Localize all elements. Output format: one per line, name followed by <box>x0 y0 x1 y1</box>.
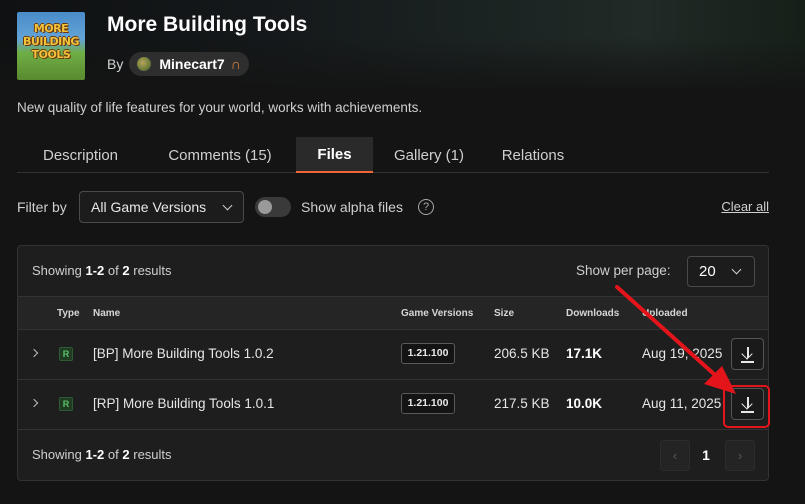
game-version-chip: 1.21.100 <box>401 343 455 364</box>
header-name[interactable]: Name <box>93 308 120 319</box>
results-range: 1-2 <box>85 263 105 278</box>
showing-prefix: Showing <box>32 263 82 278</box>
results-summary-top: Showing 1-2 of 2 results <box>32 263 172 278</box>
byline: By Minecart7 ∩ <box>107 52 249 76</box>
filter-by-label: Filter by <box>17 199 67 215</box>
per-page-label: Show per page: <box>576 263 671 278</box>
author-name[interactable]: Minecart7 <box>159 56 224 72</box>
header-type[interactable]: Type <box>57 308 80 319</box>
tab-comments[interactable]: Comments (15) <box>144 137 296 173</box>
files-panel: Showing 1-2 of 2 results Show per page: … <box>17 245 770 481</box>
results-suffix: results <box>133 263 172 278</box>
help-icon[interactable]: ? <box>418 199 434 215</box>
results-total: 2 <box>122 263 130 278</box>
show-alpha-label: Show alpha files <box>301 199 403 215</box>
chevron-right-icon[interactable] <box>29 348 39 358</box>
file-name[interactable]: [RP] More Building Tools 1.0.1 <box>93 396 274 411</box>
download-count: 10.0K <box>566 396 603 411</box>
upload-date: Aug 19, 2025 <box>642 346 723 361</box>
results-suffix: results <box>133 447 172 462</box>
annotation-highlight-box <box>723 385 770 428</box>
by-label: By <box>107 56 124 72</box>
game-version-chip: 1.21.100 <box>401 393 455 414</box>
tab-description[interactable]: Description <box>17 137 144 173</box>
showing-prefix: Showing <box>32 447 82 462</box>
project-title: More Building Tools <box>107 13 308 36</box>
upload-date: Aug 11, 2025 <box>642 396 722 411</box>
pager-next-button[interactable]: › <box>725 440 755 471</box>
chevron-down-icon <box>731 264 742 275</box>
project-summary: New quality of life features for your wo… <box>17 100 423 115</box>
per-page-select[interactable]: 20 <box>687 256 755 287</box>
header-downloads[interactable]: Downloads <box>566 308 619 319</box>
header-game-versions[interactable]: Game Versions <box>401 308 473 319</box>
show-alpha-toggle[interactable] <box>255 197 291 217</box>
chevron-right-icon[interactable] <box>29 398 39 408</box>
game-version-value: All Game Versions <box>91 199 207 215</box>
tab-files[interactable]: Files <box>296 137 373 173</box>
per-page-value: 20 <box>699 263 716 280</box>
of-word: of <box>107 263 119 278</box>
chevron-down-icon <box>222 200 233 211</box>
project-tabs: Description Comments (15) Files Gallery … <box>17 137 769 173</box>
file-name[interactable]: [BP] More Building Tools 1.0.2 <box>93 346 274 361</box>
author-avatar <box>137 57 152 71</box>
tab-gallery[interactable]: Gallery (1) <box>373 137 485 173</box>
download-count: 17.1K <box>566 346 603 361</box>
pager-prev-button[interactable]: ‹ <box>660 440 690 471</box>
tab-relations[interactable]: Relations <box>485 137 581 173</box>
header-size[interactable]: Size <box>494 308 514 319</box>
filters-bar: Filter by All Game Versions Show alpha f… <box>17 191 769 223</box>
of-word: of <box>107 447 119 462</box>
table-row[interactable]: R [BP] More Building Tools 1.0.2 1.21.10… <box>18 330 768 380</box>
table-row[interactable]: R [RP] More Building Tools 1.0.1 1.21.10… <box>18 380 768 430</box>
header-uploaded[interactable]: Uploaded <box>642 308 688 319</box>
table-header: Type Name Game Versions Size Downloads U… <box>18 296 768 330</box>
logo-text: MORE BUILDING TOOLS <box>23 22 79 61</box>
file-size: 217.5 KB <box>494 396 550 411</box>
results-summary-bottom: Showing 1-2 of 2 results <box>32 447 172 462</box>
horseshoe-magnet-icon: ∩ <box>230 56 241 72</box>
results-total: 2 <box>122 447 130 462</box>
clear-all-link[interactable]: Clear all <box>721 199 769 214</box>
author-chip[interactable]: Minecart7 ∩ <box>129 52 249 76</box>
game-version-select[interactable]: All Game Versions <box>79 191 244 223</box>
release-type-badge: R <box>59 397 73 411</box>
project-logo: MORE BUILDING TOOLS <box>17 12 85 80</box>
download-button[interactable] <box>731 338 764 370</box>
pager-current-page[interactable]: 1 <box>695 440 717 471</box>
toggle-knob <box>258 200 272 214</box>
release-type-badge: R <box>59 347 73 361</box>
file-size: 206.5 KB <box>494 346 550 361</box>
results-range: 1-2 <box>85 447 105 462</box>
